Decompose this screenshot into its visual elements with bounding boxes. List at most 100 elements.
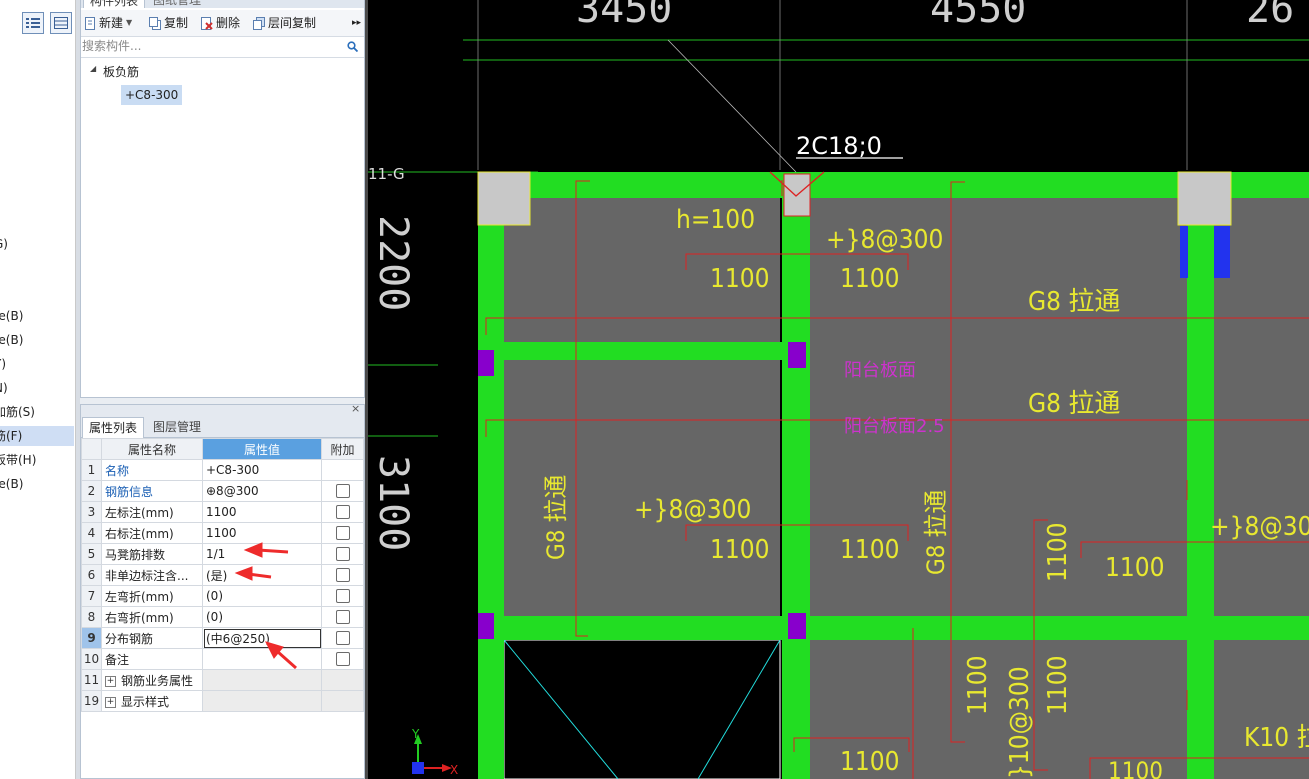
- cad-drawing[interactable]: 3450 4550 26 2200 3100 11-G 2C18;0 h=100…: [368, 0, 1309, 779]
- property-name[interactable]: 非单边标注含...: [101, 564, 203, 586]
- property-value[interactable]: [202, 669, 322, 691]
- nav-item[interactable]: N): [0, 378, 74, 398]
- property-name[interactable]: 右弯折(mm): [101, 606, 203, 628]
- property-extra[interactable]: [321, 606, 364, 628]
- table-row[interactable]: 8 右弯折(mm) (0): [81, 606, 364, 628]
- beam[interactable]: [782, 172, 810, 779]
- property-value[interactable]: (0): [202, 606, 322, 628]
- close-icon[interactable]: ×: [351, 402, 360, 415]
- extra-checkbox[interactable]: [335, 652, 350, 666]
- property-value[interactable]: [202, 648, 322, 670]
- table-row[interactable]: 10 备注: [81, 648, 364, 670]
- extra-checkbox[interactable]: [335, 589, 350, 603]
- beam[interactable]: [478, 342, 788, 360]
- nav-item[interactable]: G): [0, 234, 74, 254]
- nav-item[interactable]: æ(B): [0, 306, 74, 326]
- extra-checkbox[interactable]: [335, 568, 350, 582]
- property-name[interactable]: 分布钢筋: [101, 627, 203, 649]
- rebar-label: }10@300: [1005, 666, 1035, 779]
- column-header-value[interactable]: 属性值: [202, 438, 322, 460]
- beam[interactable]: [478, 172, 504, 779]
- extra-checkbox[interactable]: [335, 505, 350, 519]
- tree-item-selected[interactable]: +C8-300: [121, 85, 183, 105]
- beam[interactable]: [478, 616, 1309, 640]
- nav-item[interactable]: æ(B): [0, 330, 74, 350]
- property-extra[interactable]: [321, 480, 364, 502]
- tab-drawing-management[interactable]: 图纸管理: [147, 0, 207, 8]
- tree-group-label[interactable]: 板负筋: [103, 63, 139, 80]
- table-row[interactable]: 4 右标注(mm) 1100: [81, 522, 364, 544]
- extra-checkbox[interactable]: [335, 610, 350, 624]
- tab-property-list[interactable]: 属性列表: [82, 417, 145, 438]
- table-row[interactable]: 2 钢筋信息 ⊕8@300: [81, 480, 364, 502]
- search-icon[interactable]: [347, 41, 358, 52]
- property-name[interactable]: + 显示样式: [101, 690, 203, 712]
- expand-icon[interactable]: +: [105, 675, 116, 687]
- table-row[interactable]: 7 左弯折(mm) (0): [81, 585, 364, 607]
- table-row[interactable]: 6 非单边标注含... (是): [81, 564, 364, 586]
- search-input[interactable]: [82, 38, 342, 54]
- property-value[interactable]: 1/1: [202, 543, 322, 565]
- slab-region[interactable]: [1214, 198, 1309, 779]
- table-row[interactable]: 11 + 钢筋业务属性: [81, 669, 364, 691]
- property-value[interactable]: 1100: [202, 501, 322, 523]
- property-extra[interactable]: [321, 501, 364, 523]
- delete-label: 删除: [216, 16, 241, 30]
- property-extra[interactable]: [321, 543, 364, 565]
- property-name-label: 分布钢筋: [105, 631, 154, 646]
- table-row[interactable]: 3 左标注(mm) 1100: [81, 501, 364, 523]
- grid-view-button[interactable]: [50, 12, 72, 34]
- tab-component-list[interactable]: 构件列表: [83, 0, 146, 8]
- copy-button[interactable]: 复制: [149, 14, 188, 32]
- nav-item[interactable]: 加筋(S): [0, 402, 74, 422]
- nav-item[interactable]: 板带(H): [0, 450, 74, 470]
- property-name[interactable]: 钢筋信息: [101, 480, 203, 502]
- table-row[interactable]: 19 + 显示样式: [81, 690, 364, 712]
- property-value[interactable]: (是): [202, 564, 322, 586]
- property-extra[interactable]: [321, 648, 364, 670]
- delete-button[interactable]: 删除: [201, 14, 240, 32]
- table-row[interactable]: 1 名称 +C8-300: [81, 459, 364, 481]
- property-extra[interactable]: [321, 522, 364, 544]
- property-value[interactable]: 1100: [202, 522, 322, 544]
- property-value[interactable]: ⊕8@300: [202, 480, 322, 502]
- tab-layer-management[interactable]: 图层管理: [147, 417, 207, 437]
- property-name[interactable]: 备注: [101, 648, 203, 670]
- property-value[interactable]: (中6@250): [202, 627, 322, 649]
- property-name[interactable]: 马凳筋排数: [101, 543, 203, 565]
- new-button[interactable]: 新建 ▼: [84, 14, 132, 32]
- property-name[interactable]: + 钢筋业务属性: [101, 669, 203, 691]
- nav-item[interactable]: Y): [0, 354, 74, 374]
- list-view-button[interactable]: [22, 12, 44, 34]
- extra-checkbox[interactable]: [335, 484, 350, 498]
- nav-item-selected[interactable]: 筋(F): [0, 426, 74, 446]
- extra-checkbox[interactable]: [335, 631, 350, 645]
- property-name[interactable]: 名称: [101, 459, 203, 481]
- expand-icon[interactable]: +: [105, 696, 116, 708]
- property-value[interactable]: (0): [202, 585, 322, 607]
- property-extra[interactable]: [321, 564, 364, 586]
- tree-collapse-icon[interactable]: ◢: [90, 64, 96, 73]
- table-row[interactable]: 9 分布钢筋 (中6@250): [81, 627, 364, 649]
- property-extra[interactable]: [321, 585, 364, 607]
- nav-item[interactable]: æ(B): [0, 474, 74, 494]
- cad-viewport[interactable]: 3450 4550 26 2200 3100 11-G 2C18;0 h=100…: [368, 0, 1309, 779]
- column-header-name[interactable]: 属性名称: [101, 438, 203, 460]
- toolbar-overflow-button[interactable]: ▸▸: [352, 14, 361, 32]
- extra-checkbox[interactable]: [335, 526, 350, 540]
- property-value[interactable]: [202, 690, 322, 712]
- column[interactable]: [477, 171, 531, 226]
- column-header-extra[interactable]: 附加: [321, 438, 364, 460]
- property-name[interactable]: 左弯折(mm): [101, 585, 203, 607]
- nav-item[interactable]: ): [0, 258, 74, 278]
- column[interactable]: [1177, 171, 1232, 226]
- table-row[interactable]: 5 马凳筋排数 1/1: [81, 543, 364, 565]
- extra-checkbox[interactable]: [335, 547, 350, 561]
- beam[interactable]: [1187, 172, 1214, 779]
- floor-copy-button[interactable]: 层间复制: [253, 14, 316, 32]
- property-panel: × 属性列表 图层管理 属性名称 属性值 附加 1 名称 +C8-300 2 钢筋信息 ⊕…: [80, 402, 365, 779]
- property-value[interactable]: +C8-300: [202, 459, 322, 481]
- property-name[interactable]: 右标注(mm): [101, 522, 203, 544]
- property-name[interactable]: 左标注(mm): [101, 501, 203, 523]
- property-extra[interactable]: [321, 627, 364, 649]
